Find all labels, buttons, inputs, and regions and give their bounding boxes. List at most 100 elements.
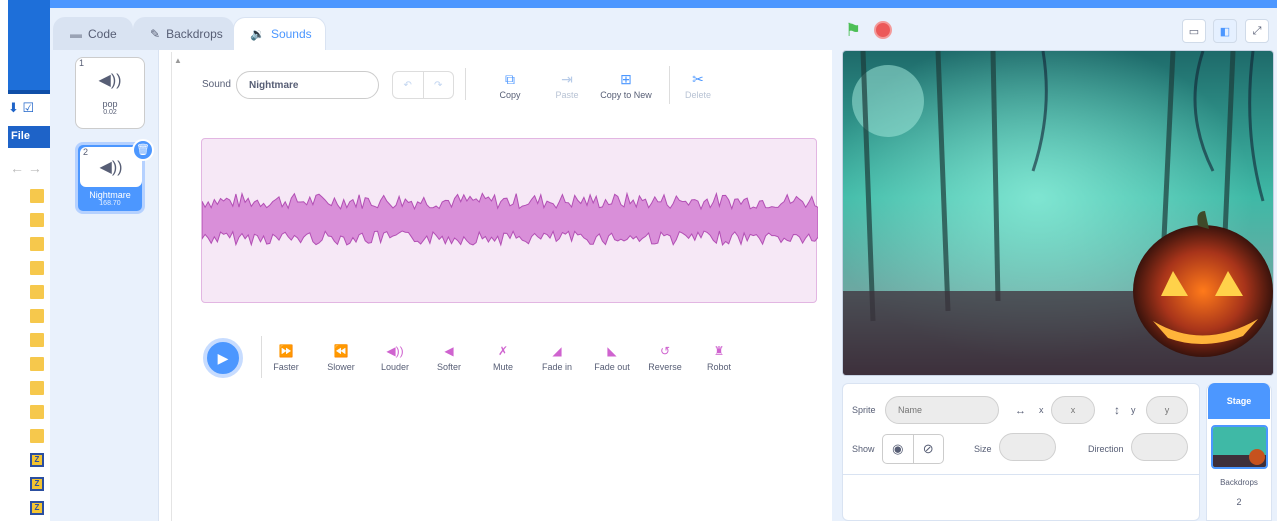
eye-icon[interactable]: ◉: [883, 435, 914, 463]
play-icon: ▶: [217, 349, 229, 366]
size-label: Size: [974, 444, 992, 454]
backdrops-count: 2: [1236, 497, 1242, 507]
nav-arrows-icon[interactable]: ← →: [10, 160, 42, 176]
effect-fade-in-button[interactable]: ◢ Fade in: [537, 344, 577, 372]
effect-label: Fade out: [594, 362, 630, 372]
folder-icon[interactable]: [30, 261, 44, 275]
show-toggle-group: ◉ ⊘: [882, 434, 944, 464]
effect-label: Louder: [380, 362, 410, 372]
sound-index: 1: [79, 58, 85, 68]
tab-sounds[interactable]: 🔉 Sounds: [233, 17, 326, 50]
sound-duration: 168.70: [99, 200, 121, 207]
copy-icon: ⧉: [505, 71, 515, 87]
copy-to-new-icon: ⊞: [620, 71, 632, 87]
folder-icon[interactable]: [30, 357, 44, 371]
size-input[interactable]: [999, 433, 1056, 461]
delete-button[interactable]: ✂ Delete: [680, 68, 716, 100]
show-label: Show: [852, 444, 875, 454]
tab-label: Code: [88, 27, 117, 41]
zip-file-icon[interactable]: Z: [30, 501, 44, 515]
download-icon[interactable]: ⬇ ☑: [8, 100, 34, 116]
effect-softer-button[interactable]: ◀ Softer: [432, 344, 466, 372]
y-arrow-icon: ↕: [1114, 403, 1120, 417]
folder-icon[interactable]: [30, 285, 44, 299]
copy-to-new-label: Copy to New: [600, 90, 652, 100]
sound-tile-pop[interactable]: 1 ◀)) pop 0.02: [75, 57, 145, 129]
x-input[interactable]: [1051, 396, 1095, 424]
folder-icon[interactable]: [30, 189, 44, 203]
eye-hidden-icon[interactable]: ⊘: [914, 435, 944, 463]
scroll-up-icon[interactable]: ▲: [174, 56, 182, 65]
folder-icon[interactable]: [30, 213, 44, 227]
effect-label: Robot: [706, 362, 732, 372]
effect-label: Reverse: [648, 362, 682, 372]
stage-selector-title: Stage: [1208, 383, 1270, 419]
effect-reverse-button[interactable]: ↺ Reverse: [645, 344, 685, 372]
speaker-icon: ◀)): [98, 72, 122, 89]
copy-to-new-button[interactable]: ⊞ Copy to New: [596, 68, 656, 100]
paste-label: Paste: [555, 90, 579, 100]
stage-thumbnail[interactable]: [1211, 425, 1268, 469]
file-menu[interactable]: File: [8, 126, 50, 148]
small-stage-icon: ▭: [1188, 25, 1200, 38]
tab-backdrops[interactable]: ✎ Backdrops: [133, 17, 234, 50]
mute-icon: ✗: [497, 344, 509, 358]
list-scrollbar-track: [171, 52, 172, 521]
zip-file-icon[interactable]: Z: [30, 477, 44, 491]
direction-input[interactable]: [1131, 433, 1188, 461]
green-flag-icon[interactable]: ⚑: [845, 20, 861, 41]
normal-stage-mode-button[interactable]: ◧: [1213, 19, 1237, 43]
sprite-name-input[interactable]: [885, 396, 999, 424]
background-app-header: [8, 0, 50, 90]
effect-label: Slower: [327, 362, 355, 372]
small-stage-mode-button[interactable]: ▭: [1182, 19, 1206, 43]
undo-icon[interactable]: ↶: [393, 72, 424, 98]
fade-in-icon: ◢: [552, 344, 562, 358]
folder-icon[interactable]: [30, 405, 44, 419]
effect-faster-button[interactable]: ⏩ Faster: [268, 344, 304, 372]
x-arrow-icon: ↔: [1015, 405, 1026, 417]
y-input[interactable]: [1146, 396, 1188, 424]
paste-button[interactable]: ⇥ Paste: [550, 68, 584, 100]
effect-mute-button[interactable]: ✗ Mute: [488, 344, 518, 372]
fullscreen-button[interactable]: ⤢: [1245, 19, 1269, 43]
effect-slower-button[interactable]: ⏪ Slower: [322, 344, 360, 372]
sprite-label: Sprite: [852, 405, 876, 415]
redo-icon[interactable]: ↷: [424, 72, 454, 98]
folder-icon[interactable]: [30, 333, 44, 347]
tab-code[interactable]: ▬ Code: [53, 17, 133, 50]
tab-label: Backdrops: [166, 27, 223, 41]
fade-out-icon: ◣: [607, 344, 617, 358]
waveform-path: [201, 191, 819, 247]
waveform-display[interactable]: [201, 138, 819, 303]
sound-index: 2: [83, 147, 89, 157]
effect-robot-button[interactable]: ♜ Robot: [702, 344, 736, 372]
zip-file-icon[interactable]: Z: [30, 453, 44, 467]
sound-name-input[interactable]: [236, 71, 379, 99]
stop-icon[interactable]: [874, 21, 892, 39]
effect-fade-out-button[interactable]: ◣ Fade out: [589, 344, 635, 372]
folder-icon[interactable]: [30, 381, 44, 395]
paste-icon: ⇥: [561, 71, 573, 87]
effect-label: Fade in: [541, 362, 573, 372]
sound-duration: 0.02: [103, 109, 117, 116]
background-app-divider: [8, 90, 50, 94]
direction-label: Direction: [1088, 444, 1124, 454]
code-icon: ▬: [70, 27, 82, 41]
copy-button[interactable]: ⧉ Copy: [493, 68, 527, 100]
scissors-icon: ✂: [692, 71, 704, 87]
speaker-icon: ◀)): [99, 159, 123, 176]
folder-icon[interactable]: [30, 309, 44, 323]
stage-backdrop-image: [843, 51, 1273, 375]
toolbar-divider: [669, 66, 670, 104]
folder-icon[interactable]: [30, 429, 44, 443]
stage-canvas[interactable]: [842, 50, 1274, 376]
folder-icon[interactable]: [30, 237, 44, 251]
effect-louder-button[interactable]: ◀)) Louder: [375, 344, 415, 372]
robot-icon: ♜: [713, 344, 725, 358]
delete-sound-icon[interactable]: 🗑: [132, 139, 154, 161]
sound-name-label: Sound: [202, 79, 231, 90]
tab-label: Sounds: [270, 27, 312, 41]
play-button[interactable]: ▶: [203, 338, 243, 378]
backdrop-thumbnail-image: [1213, 427, 1266, 467]
